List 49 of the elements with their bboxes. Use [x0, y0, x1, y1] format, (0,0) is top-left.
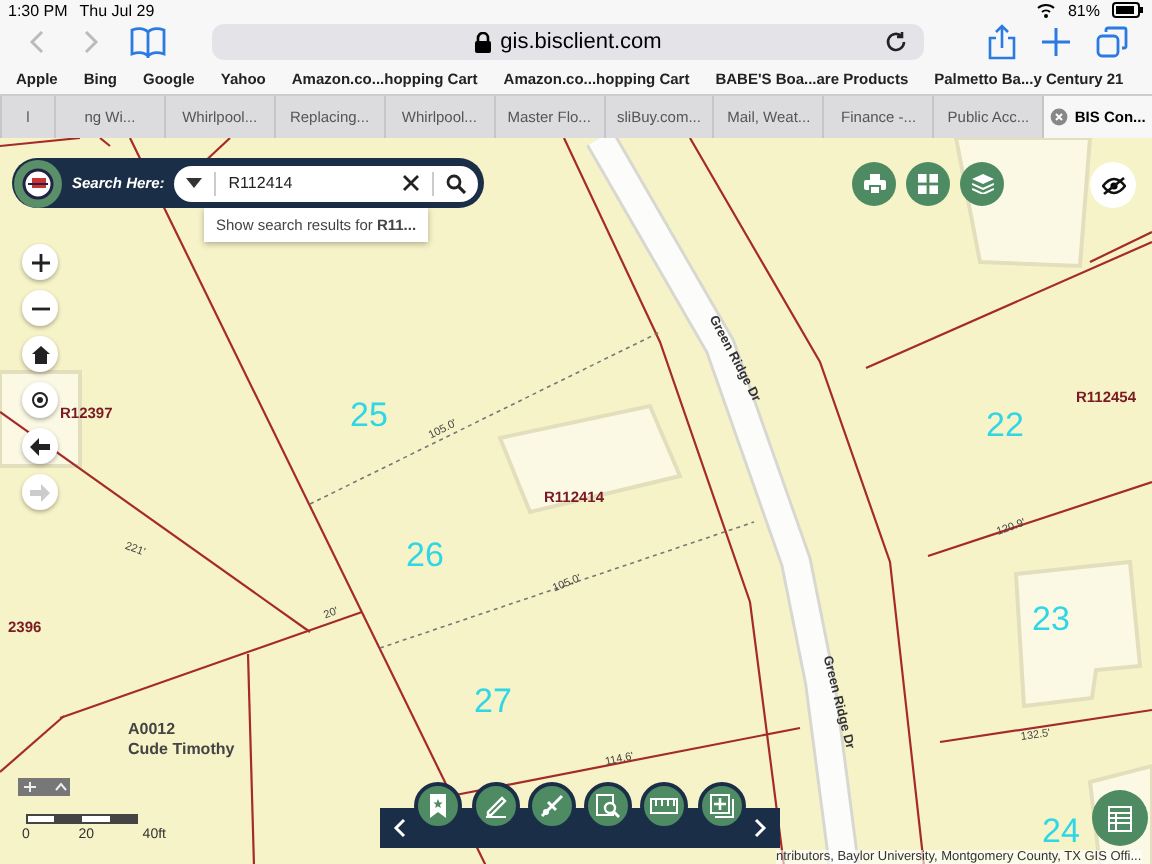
parcel-label: A0012 — [128, 720, 176, 738]
add-layer-icon — [709, 794, 734, 818]
layers-icon — [971, 174, 993, 194]
zoom-search-button[interactable] — [584, 782, 633, 830]
share-icon[interactable] — [988, 24, 1016, 60]
book-icon[interactable] — [128, 26, 168, 58]
ruler-button[interactable] — [640, 782, 689, 830]
wifi-icon — [1035, 2, 1056, 18]
plus-icon — [31, 253, 49, 271]
battery-percent: 81% — [1067, 1, 1100, 19]
parcel-number: 23 — [1032, 600, 1070, 638]
caret-icon[interactable] — [186, 178, 203, 188]
ruler-icon — [650, 798, 679, 814]
arrow-right-icon — [30, 483, 50, 501]
tabs-icon[interactable] — [1096, 26, 1128, 58]
home-icon — [31, 345, 49, 363]
parcel-number: 27 — [474, 682, 512, 720]
table-icon — [1108, 805, 1132, 831]
parcel-label: Cude Timothy — [128, 740, 235, 758]
scale-bar-icon — [26, 814, 138, 824]
plus-icon[interactable] — [1040, 26, 1072, 58]
map-mini-control-icon[interactable] — [18, 778, 70, 796]
battery-icon — [1112, 2, 1144, 18]
document-search-icon — [596, 794, 621, 818]
target-icon — [30, 390, 50, 410]
parcel-number: 25 — [350, 396, 388, 434]
parcel-number: 22 — [986, 406, 1024, 444]
parcel-number: 26 — [406, 536, 444, 574]
bookmark-button[interactable] — [414, 782, 463, 830]
close-icon[interactable] — [402, 174, 420, 192]
arrow-left-icon — [30, 437, 50, 455]
bookmark-star-icon — [428, 794, 449, 818]
search-value: R112414 — [228, 174, 295, 192]
eye-slash-icon — [1101, 175, 1125, 195]
search-field[interactable]: R112414 — [174, 165, 478, 201]
status-time: 1:30 PM — [8, 1, 68, 19]
chevron-left-icon[interactable] — [392, 818, 406, 838]
address-field[interactable]: gis.bisclient.com — [212, 24, 924, 60]
lock-icon — [474, 31, 493, 53]
measure-icon — [539, 794, 564, 818]
printer-icon — [863, 174, 885, 194]
search-icon[interactable] — [446, 173, 466, 193]
grid-icon — [918, 174, 938, 194]
reload-icon[interactable] — [884, 30, 908, 54]
pencil-icon — [483, 794, 508, 818]
parcel-number: 24 — [1042, 812, 1080, 850]
status-date: Thu Jul 29 — [79, 1, 155, 19]
chevron-right-icon[interactable] — [753, 818, 768, 838]
url-text: gis.bisclient.com — [500, 30, 662, 54]
